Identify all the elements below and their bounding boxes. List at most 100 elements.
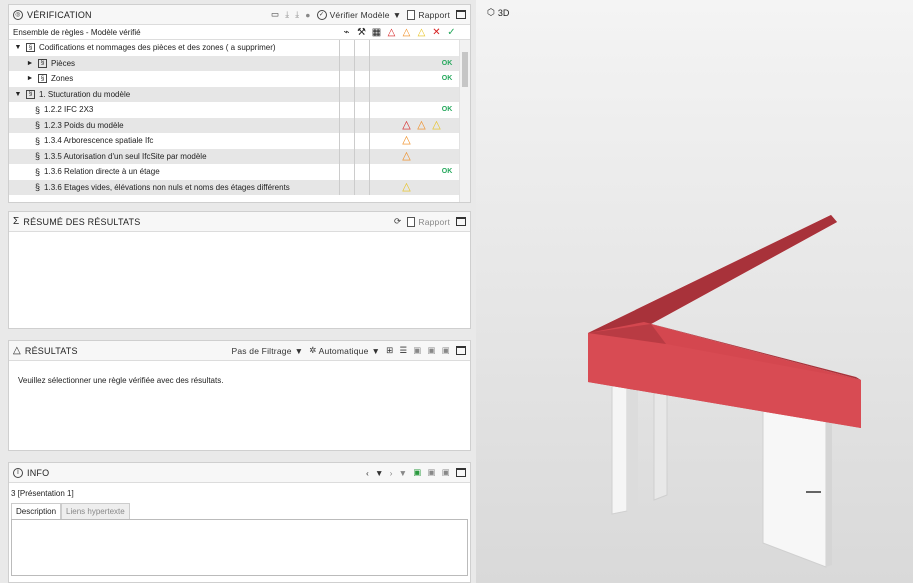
rule-row-label-group: § 1.3.6 Etages vides, élévations non nuls… xyxy=(9,182,354,192)
collapse-icon[interactable]: ▼ xyxy=(13,91,23,98)
rule-label: 1.3.6 Relation directe à un étage xyxy=(44,167,160,177)
left-wall xyxy=(611,377,628,515)
rule-row-label-group: ► § Zones xyxy=(9,74,354,84)
clipboard-copy-icon[interactable]: ▣ xyxy=(442,467,450,478)
left-wall-side xyxy=(627,375,638,511)
verify-model-button[interactable]: ✓ Vérifier Modèle ▼ xyxy=(316,9,402,20)
maximize-icon[interactable] xyxy=(456,346,466,355)
rule-icon: § xyxy=(35,151,41,162)
report-button[interactable]: Rapport xyxy=(407,9,450,20)
rule-row[interactable]: § 1.3.6 Etages vides, élévations non nuls… xyxy=(9,179,470,195)
3d-viewer[interactable]: ⬡ 3D xyxy=(476,0,913,583)
clipboard-icon[interactable]: ▣ xyxy=(413,345,421,356)
check-circle-icon: ✓ xyxy=(316,9,327,20)
rule-icon: § xyxy=(35,104,41,115)
rule-icon: § xyxy=(35,135,41,146)
rule-row[interactable]: § 1.3.5 Autorisation d'un seul IfcSite pa… xyxy=(9,148,470,164)
filter-dropdown[interactable]: Pas de Filtrage ▼ xyxy=(231,346,303,356)
verification-panel: ◎ VÉRIFICATION ▭ ⤓ ⤓ ● ✓ Vérifier Modèle… xyxy=(8,4,471,203)
column-divider xyxy=(339,40,340,195)
rule-row[interactable]: ► § Zones OK xyxy=(9,71,470,87)
rule-row[interactable]: § 1.3.6 Relation directe à un étage OK xyxy=(9,164,470,180)
description-area[interactable] xyxy=(11,519,468,576)
summary-report-button[interactable]: Rapport xyxy=(407,216,450,227)
verification-title: VÉRIFICATION xyxy=(27,9,92,20)
attachment-icon[interactable]: ⌁ xyxy=(339,27,354,38)
column-divider xyxy=(354,40,355,195)
back-icon[interactable]: ‹ xyxy=(366,468,369,478)
info-panel: i INFO ‹ ▼ › ▼ ▣ ▣ ▣ 3 [Présentation 1] … xyxy=(8,462,471,583)
yellow-warning-icon: △ xyxy=(402,180,411,193)
inner-wall xyxy=(653,387,668,501)
rules-scrollbar[interactable] xyxy=(459,40,470,202)
expand-icon[interactable]: ► xyxy=(25,60,35,67)
rule-icon: § xyxy=(35,182,41,193)
passed-check-icon[interactable]: ✓ xyxy=(444,27,459,38)
tab-description[interactable]: Description xyxy=(11,503,62,519)
back-dropdown-icon[interactable]: ▼ xyxy=(375,468,384,478)
export-icon[interactable]: ⤓ xyxy=(285,9,289,20)
maximize-icon[interactable] xyxy=(456,10,466,19)
minor-triangle-icon[interactable]: △ xyxy=(414,27,429,38)
rule-row[interactable]: ▼ § Codifications et nommages des pièces e… xyxy=(9,40,470,56)
rule-row[interactable]: § 1.2.3 Poids du modèle △ △ △ xyxy=(9,117,470,133)
rule-icon: § xyxy=(35,166,41,177)
orange-warning-icon: △ xyxy=(402,149,411,162)
tab-hyperlinks[interactable]: Liens hypertexte xyxy=(61,503,130,519)
red-warning-icon: △ xyxy=(402,118,411,131)
rule-label: 1.3.6 Etages vides, élévations non nuls … xyxy=(44,182,290,192)
3d-scene[interactable] xyxy=(476,0,913,583)
wrench-icon[interactable]: ⚒ xyxy=(354,27,369,38)
clipboard-green-icon[interactable]: ▣ xyxy=(413,467,421,478)
expand-icon[interactable]: ► xyxy=(25,75,35,82)
critical-triangle-icon[interactable]: △ xyxy=(384,27,399,38)
clipboard-icon[interactable]: ▣ xyxy=(428,467,436,478)
table-icon[interactable]: ▦ xyxy=(369,27,384,38)
rule-row[interactable]: ▼ § 1. Stucturation du modèle xyxy=(9,86,470,102)
column-divider xyxy=(369,40,370,195)
summary-title: RÉSUMÉ DES RÉSULTATS xyxy=(23,216,141,227)
results-header: △ RÉSULTATS Pas de Filtrage ▼ ✲ Automati… xyxy=(9,341,470,361)
rule-label: 1.2.3 Poids du modèle xyxy=(44,120,124,130)
clipboard-add-icon[interactable]: ▣ xyxy=(428,345,436,356)
chevron-down-icon: ▼ xyxy=(371,345,381,356)
rule-row[interactable]: § 1.3.4 Arborescence spatiale Ifc △ xyxy=(9,133,470,149)
scrollbar-thumb[interactable] xyxy=(462,52,468,87)
ruleset-folder-icon: § xyxy=(38,58,47,68)
rule-row-label-group: ▼ § 1. Stucturation du modèle xyxy=(9,89,354,99)
info-title: INFO xyxy=(27,467,50,478)
rule-row-label-group: ► § Pièces xyxy=(9,58,354,68)
sigma-icon: Σ xyxy=(13,215,20,227)
rule-row-label-group: § 1.3.4 Arborescence spatiale Ifc xyxy=(9,136,354,146)
report-icon xyxy=(407,9,416,20)
rule-row[interactable]: § 1.2.2 IFC 2X3 OK xyxy=(9,102,470,118)
failed-x-icon[interactable]: ✕ xyxy=(429,27,444,38)
download-icon[interactable]: ⤓ xyxy=(295,9,299,20)
rule-row-label-group: § 1.2.2 IFC 2X3 xyxy=(9,105,354,115)
rule-row[interactable]: ► § Pièces OK xyxy=(9,55,470,71)
collapse-icon[interactable]: ▼ xyxy=(13,44,23,51)
chevron-down-icon: ▼ xyxy=(294,345,304,356)
maximize-icon[interactable] xyxy=(456,468,466,477)
rules-tree: ▼ § Codifications et nommages des pièces e… xyxy=(9,40,470,195)
list-view-icon[interactable]: ☰ xyxy=(399,345,407,356)
major-triangle-icon[interactable]: △ xyxy=(399,27,414,38)
tree-view-icon[interactable]: ⊞ xyxy=(386,345,393,356)
verification-icon: ◎ xyxy=(13,9,23,20)
ruleset-column-header: Ensemble de règles - Modèle vérifié ⌁ ⚒ … xyxy=(9,25,470,40)
rule-row-label-group: § 1.3.6 Relation directe à un étage xyxy=(9,167,354,177)
ok-badge: OK xyxy=(441,168,453,176)
record-icon[interactable]: ● xyxy=(305,10,310,20)
ruleset-folder-icon: § xyxy=(26,43,35,53)
export-summary-icon[interactable]: ⟳ xyxy=(394,216,401,227)
open-folder-icon[interactable]: ▭ xyxy=(271,9,279,20)
rule-label: 1.3.5 Autorisation d'un seul IfcSite par… xyxy=(44,151,207,161)
info-icon: i xyxy=(13,467,23,478)
automatic-dropdown[interactable]: ✲ Automatique ▼ xyxy=(309,345,380,356)
clipboard-check-icon[interactable]: ▣ xyxy=(442,345,450,356)
forward-icon[interactable]: › xyxy=(390,468,393,478)
maximize-icon[interactable] xyxy=(456,217,466,226)
forward-dropdown-icon[interactable]: ▼ xyxy=(399,468,408,478)
orange-warning-icon: △ xyxy=(417,118,426,131)
rule-label: 1.3.4 Arborescence spatiale Ifc xyxy=(44,136,154,146)
